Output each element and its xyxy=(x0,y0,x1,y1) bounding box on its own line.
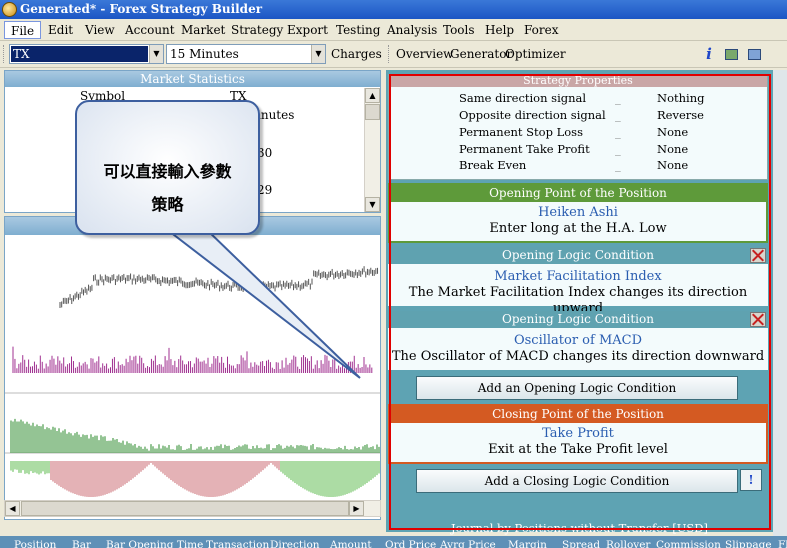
remove-icon[interactable] xyxy=(750,312,766,327)
logic-indicator: Market Facilitation Index xyxy=(494,269,662,284)
menu-account[interactable]: Account xyxy=(119,21,181,39)
column-header[interactable]: Rollover xyxy=(606,539,650,548)
price-chart[interactable] xyxy=(4,216,381,520)
menu-view[interactable]: View xyxy=(79,21,121,39)
symbol-select[interactable]: TX ▼ xyxy=(9,44,164,64)
menu-edit[interactable]: Edit xyxy=(42,21,79,39)
menu-bar: File Edit View Account Market Strategy E… xyxy=(0,19,787,41)
add-closing-condition-button[interactable]: Add a Closing Logic Condition xyxy=(416,469,738,493)
column-header[interactable]: Ord Price xyxy=(385,539,436,548)
strategy-properties-title: Strategy Properties xyxy=(389,75,767,87)
menu-strategy[interactable]: Strategy xyxy=(225,21,289,39)
closing-point-indicator: Take Profit xyxy=(542,426,614,441)
journal-header: Position Bar Bar Opening Time Transactio… xyxy=(0,536,787,548)
chart-canvas xyxy=(5,266,380,497)
menu-tools[interactable]: Tools xyxy=(437,21,481,39)
column-header[interactable]: Amount xyxy=(330,539,372,548)
logic-indicator: Oscillator of MACD xyxy=(513,333,643,348)
account-icon[interactable] xyxy=(725,49,738,60)
menu-export[interactable]: Export xyxy=(281,21,334,39)
generator-button[interactable]: Generator xyxy=(450,44,512,64)
toolbar-grip xyxy=(3,45,5,63)
scroll-left-icon[interactable]: ◀ xyxy=(5,501,20,516)
column-header[interactable]: Avrg Price xyxy=(440,539,496,548)
symbol-value: TX xyxy=(11,46,148,62)
scroll-up-icon[interactable]: ▲ xyxy=(365,88,380,103)
column-header[interactable]: Margin xyxy=(508,539,547,548)
scroll-right-icon[interactable]: ▶ xyxy=(349,501,364,516)
opening-point-desc: Enter long at the H.A. Low xyxy=(489,221,667,236)
info-icon[interactable]: i xyxy=(704,46,714,62)
opening-point-indicator: Heiken Ashi xyxy=(538,205,618,220)
calculator-icon[interactable] xyxy=(748,49,761,60)
property-row: Break Even _ None xyxy=(459,158,689,172)
closing-options-button[interactable]: ! xyxy=(740,469,762,491)
scroll-down-icon[interactable]: ▼ xyxy=(365,197,380,212)
opening-point-title: Opening Point of the Position xyxy=(390,185,766,202)
scroll-thumb[interactable] xyxy=(21,501,349,516)
app-icon xyxy=(2,2,17,17)
closing-point-slot[interactable]: Closing Point of the Position Take Profi… xyxy=(388,404,768,464)
timeframe-select[interactable]: 15 Minutes ▼ xyxy=(166,44,326,64)
opening-logic-title: Opening Logic Condition xyxy=(388,311,768,328)
column-header[interactable]: Bar xyxy=(72,539,91,548)
opening-point-slot[interactable]: Opening Point of the Position Heiken Ash… xyxy=(388,183,768,243)
menu-testing[interactable]: Testing xyxy=(330,21,386,39)
title-bar: Generated* - Forex Strategy Builder xyxy=(0,0,787,19)
opening-logic-slot-1[interactable]: Opening Logic Condition Market Facilitat… xyxy=(388,247,768,316)
menu-file[interactable]: File xyxy=(4,21,42,39)
remove-icon[interactable] xyxy=(750,248,766,263)
toolbar: TX ▼ 15 Minutes ▼ Charges Overview Gener… xyxy=(0,41,787,68)
window-title: Generated* - Forex Strategy Builder xyxy=(20,2,263,16)
menu-market[interactable]: Market xyxy=(175,21,231,39)
menu-help[interactable]: Help xyxy=(479,21,520,39)
column-header[interactable]: Transaction xyxy=(206,539,269,548)
property-row: Permanent Stop Loss _ None xyxy=(459,125,689,139)
column-header[interactable]: Position xyxy=(14,539,56,548)
menu-analysis[interactable]: Analysis xyxy=(381,21,443,39)
optimizer-button[interactable]: Optimizer xyxy=(505,44,566,64)
closing-point-title: Closing Point of the Position xyxy=(390,406,766,423)
menu-forex[interactable]: Forex xyxy=(518,21,565,39)
column-header[interactable]: Spread xyxy=(562,539,600,548)
charges-button[interactable]: Charges xyxy=(331,44,382,64)
chevron-down-icon[interactable]: ▼ xyxy=(311,45,325,63)
timeframe-value: 15 Minutes xyxy=(170,47,239,61)
stat-partial-value: inutes xyxy=(257,108,295,122)
journal-title: Journal by Positions without Transfer [U… xyxy=(451,521,708,535)
opening-logic-title: Opening Logic Condition xyxy=(388,247,768,264)
callout-line-1: 可以直接輸入參數 xyxy=(103,162,232,181)
toolbar-separator xyxy=(388,45,390,63)
logic-desc: The Oscillator of MACD changes its direc… xyxy=(391,349,765,364)
callout-line-2: 策略 xyxy=(151,195,184,214)
strategy-properties[interactable]: Strategy Properties Same direction signa… xyxy=(388,74,768,180)
right-edge-panel xyxy=(773,70,787,536)
chevron-down-icon[interactable]: ▼ xyxy=(149,45,163,63)
property-row: Permanent Take Profit _ None xyxy=(459,142,689,156)
stats-scrollbar[interactable]: ▲ ▼ xyxy=(364,88,380,212)
property-row: Same direction signal _ Nothing xyxy=(459,91,705,105)
overview-button[interactable]: Overview xyxy=(396,44,453,64)
add-opening-condition-button[interactable]: Add an Opening Logic Condition xyxy=(416,376,738,400)
column-header[interactable]: Slippage xyxy=(725,539,772,548)
market-statistics-title: Market Statistics xyxy=(5,71,380,87)
property-row: Opposite direction signal _ Reverse xyxy=(459,108,704,122)
column-header[interactable]: Fl xyxy=(778,539,787,548)
opening-logic-slot-2[interactable]: Opening Logic Condition Oscillator of MA… xyxy=(388,311,768,370)
chart-horizontal-scrollbar[interactable]: ◀ ▶ xyxy=(4,500,381,517)
column-header[interactable]: Commission xyxy=(656,539,721,548)
column-header[interactable]: Direction xyxy=(270,539,320,548)
scroll-thumb[interactable] xyxy=(365,104,380,120)
column-header[interactable]: Bar Opening Time xyxy=(106,539,203,548)
closing-point-desc: Exit at the Take Profit level xyxy=(488,442,668,457)
annotation-callout: 可以直接輸入參數 策略 xyxy=(75,100,260,235)
